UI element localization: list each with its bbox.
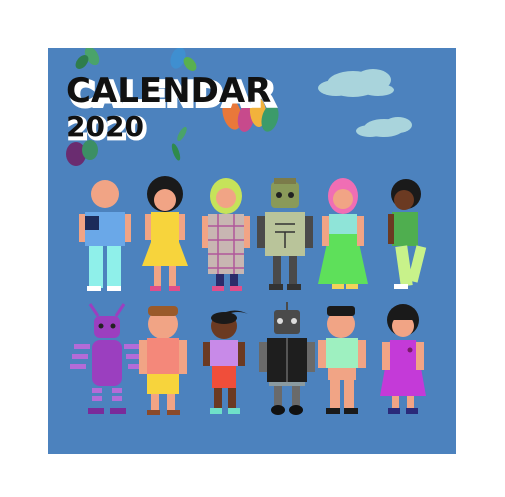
calendar-cover: CALENDAR CALENDAR 2020 2020 xyxy=(48,48,456,454)
title-text: CALENDAR xyxy=(66,71,271,111)
year-text: 2020 xyxy=(66,110,144,143)
cover-illustration: CALENDAR CALENDAR 2020 2020 xyxy=(48,48,456,454)
